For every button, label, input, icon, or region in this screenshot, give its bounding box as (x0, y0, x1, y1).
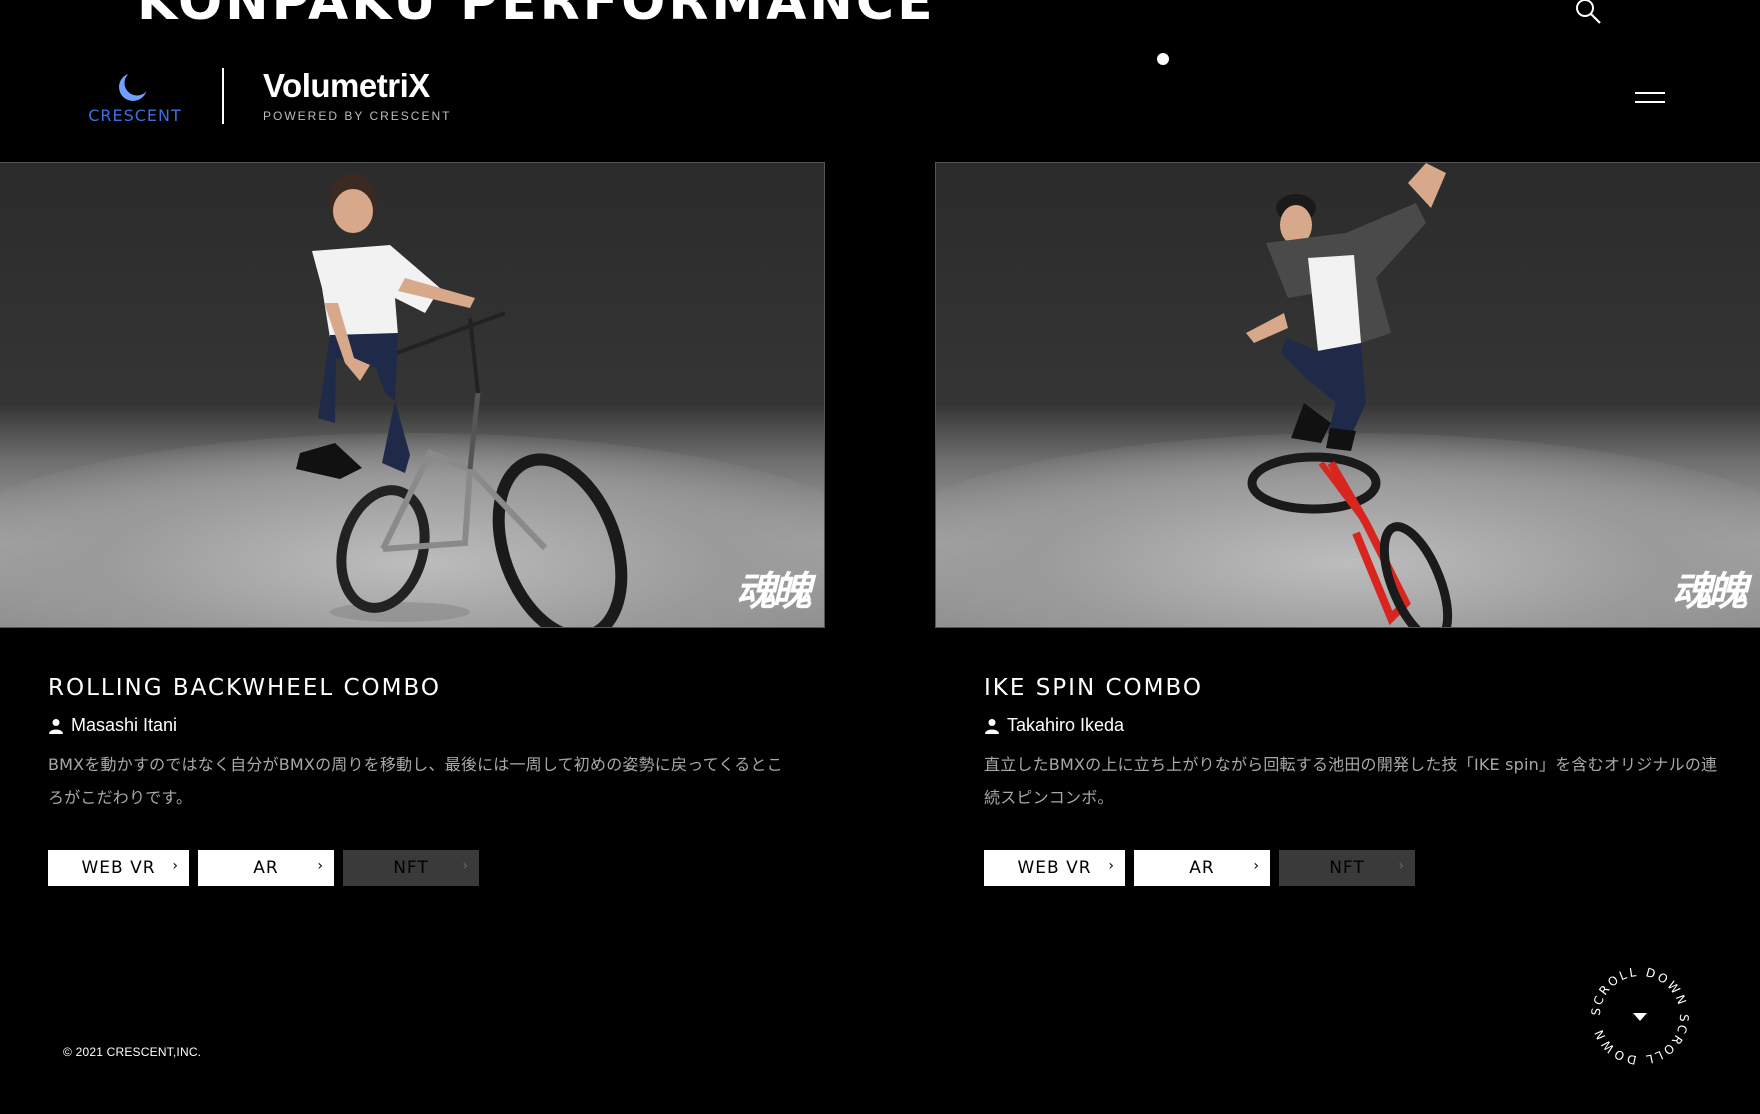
web-vr-button[interactable]: WEB VR › (48, 850, 189, 886)
volumetrix-logo[interactable]: VolumetriX POWERED BY CRESCENT (263, 68, 493, 126)
ar-label: AR (1189, 858, 1215, 878)
hamburger-menu-icon[interactable] (1635, 92, 1665, 112)
card-button-row: WEB VR › AR › NFT › (984, 850, 1424, 886)
konpaku-watermark: 魂魄 (736, 568, 812, 615)
nft-label: NFT (1329, 858, 1365, 878)
web-vr-label: WEB VR (1017, 858, 1092, 878)
ar-button[interactable]: AR › (1134, 850, 1270, 886)
card-button-row: WEB VR › AR › NFT › (48, 850, 488, 886)
card-author: Masashi Itani (48, 715, 824, 736)
performance-card: 魂魄 ROLLING BACKWHEEL COMBO Masashi Itani… (0, 162, 825, 886)
author-name: Masashi Itani (71, 715, 178, 735)
performance-preview-image[interactable]: 魂魄 (935, 162, 1760, 628)
web-vr-button[interactable]: WEB VR › (984, 850, 1125, 886)
ar-button[interactable]: AR › (198, 850, 334, 886)
search-button[interactable] (1573, 0, 1603, 26)
card-title: IKE SPIN COMBO (984, 675, 1203, 701)
indicator-dot (1157, 53, 1169, 65)
chevron-right-icon: › (462, 858, 469, 874)
nft-button[interactable]: NFT › (1279, 850, 1415, 886)
volumetrix-tagline: POWERED BY CRESCENT (263, 109, 452, 123)
card-description: BMXを動かすのではなく自分がBMXの周りを移動し、最後には一周して初めの姿勢に… (48, 755, 783, 807)
menu-line (1635, 92, 1665, 94)
crescent-logo[interactable]: CRESCENT (78, 68, 192, 126)
person-icon (49, 718, 63, 734)
card-title: ROLLING BACKWHEEL COMBO (48, 675, 441, 701)
card-text: IKE SPIN COMBO Takahiro Ikeda 直立したBMXの上に… (936, 675, 1760, 814)
logo-divider (222, 68, 224, 124)
performance-preview-image[interactable]: 魂魄 (0, 162, 825, 628)
chevron-right-icon: › (1398, 858, 1405, 874)
triangle-down-icon (1633, 1013, 1647, 1021)
card-author: Takahiro Ikeda (984, 715, 1760, 736)
chevron-right-icon: › (1108, 858, 1115, 874)
crescent-logo-text: CRESCENT (88, 106, 182, 125)
scroll-down-badge: SCROLL DOWN SCROLL DOWN (1589, 965, 1689, 1067)
performance-card: 魂魄 IKE SPIN COMBO Takahiro Ikeda 直立したBMX… (935, 162, 1760, 886)
crescent-moon-icon (119, 70, 150, 101)
person-icon (985, 718, 999, 734)
chevron-right-icon: › (172, 858, 179, 874)
copyright-text: © 2021 CRESCENT,INC. (63, 1045, 202, 1059)
ar-label: AR (253, 858, 279, 878)
menu-line (1635, 101, 1665, 103)
hero-title: KONPAKU PERFORMANCE (137, 0, 936, 32)
chevron-right-icon: › (317, 858, 324, 874)
card-text: ROLLING BACKWHEEL COMBO Masashi Itani BM… (0, 675, 824, 814)
web-vr-label: WEB VR (81, 858, 156, 878)
chevron-right-icon: › (1253, 858, 1260, 874)
nft-button[interactable]: NFT › (343, 850, 479, 886)
bmx-rider-illustration (296, 173, 628, 627)
konpaku-watermark: 魂魄 (1672, 568, 1748, 615)
volumetrix-name: VolumetriX (263, 67, 430, 104)
search-icon (1576, 0, 1601, 24)
author-name: Takahiro Ikeda (1007, 715, 1125, 735)
page: KONPAKU PERFORMANCE CRESCENT VolumetriX … (0, 0, 1760, 1114)
card-description: 直立したBMXの上に立ち上がりながら回転する池田の開発した技「IKE spin」… (984, 755, 1718, 807)
scroll-down-button[interactable]: SCROLL DOWN SCROLL DOWN (1587, 963, 1693, 1069)
nft-label: NFT (393, 858, 429, 878)
bmx-rider-illustration (1246, 163, 1453, 627)
